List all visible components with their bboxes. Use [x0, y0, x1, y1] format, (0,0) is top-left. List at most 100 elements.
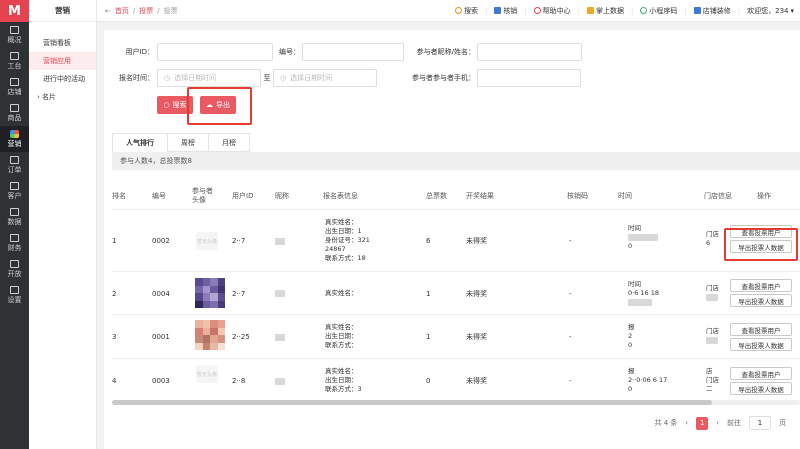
- breadcrumb-vote[interactable]: 投票: [139, 6, 153, 16]
- data-icon: [10, 207, 19, 216]
- nav-orders[interactable]: 订单: [0, 152, 29, 178]
- cell-form-info: 真实姓名：: [325, 289, 358, 297]
- store-icon: [10, 77, 19, 86]
- tab-popularity[interactable]: 人气排行: [112, 133, 168, 152]
- th-code: 核销码: [567, 192, 588, 200]
- goto-page-input[interactable]: 1: [749, 416, 771, 430]
- view-voters-button[interactable]: 查看投票用户: [730, 367, 792, 380]
- nav-goods[interactable]: 商品: [0, 100, 29, 126]
- collapse-icon[interactable]: ⇤: [105, 7, 111, 15]
- cell-number: 0001: [152, 333, 170, 341]
- cell-time: 时间 0: [628, 224, 658, 251]
- th-store: 门店信息: [704, 192, 732, 200]
- cell-user-id: 2··25: [232, 333, 250, 341]
- sub-nav-title: 营销: [29, 0, 96, 22]
- cell-nickname: [275, 210, 285, 272]
- sub-nav-group-card[interactable]: › 名片: [29, 88, 96, 106]
- cell-nickname: [275, 272, 285, 315]
- main-panel: 用户ID： 编号： 参与者昵称/姓名： 报名时间： ◷ 选择日期时间 至 ◷ 选…: [104, 30, 800, 449]
- open-icon: [10, 259, 19, 268]
- nav-overview[interactable]: 概况: [0, 22, 29, 48]
- row-actions: 查看投票用户 导出投票人数据: [730, 323, 800, 353]
- breadcrumb-current: 投票: [163, 6, 178, 15]
- header-help[interactable]: 帮助中心: [533, 6, 571, 16]
- th-user-id: 用户ID: [232, 192, 254, 200]
- sub-nav-dashboard[interactable]: 营销看板: [29, 34, 96, 52]
- header-decorate[interactable]: 店铺装修: [693, 6, 731, 16]
- export-voters-button[interactable]: 导出投票人数据: [730, 382, 792, 395]
- th-number: 编号: [152, 192, 166, 200]
- cell-rank: 4: [112, 377, 117, 385]
- cell-code: -: [569, 377, 572, 385]
- prev-page-button[interactable]: ‹: [685, 419, 688, 427]
- decorate-icon: [693, 7, 701, 14]
- nav-store[interactable]: 店铺: [0, 74, 29, 100]
- avatar: [195, 278, 225, 308]
- tab-weekly[interactable]: 周榜: [168, 133, 209, 152]
- cell-votes: 1: [426, 289, 431, 298]
- nav-finance[interactable]: 财务: [0, 230, 29, 256]
- th-votes: 总票数: [426, 192, 447, 200]
- user-id-input[interactable]: [157, 43, 273, 61]
- avatar: 暂无头像: [196, 365, 218, 383]
- nav-settings[interactable]: 设置: [0, 282, 29, 308]
- number-input[interactable]: [302, 43, 404, 61]
- export-voters-button[interactable]: 导出投票人数据: [730, 294, 792, 307]
- search-icon: ○: [163, 101, 170, 109]
- participant-input[interactable]: [477, 43, 582, 61]
- top-bar: ⇤ 首页 / 投票 / 投票 搜索 | 核销 | 帮助中心 | 掌上数据 | 小…: [97, 0, 800, 22]
- goods-icon: [10, 103, 19, 112]
- cell-form-info: 真实姓名： 出生日期： 联系方式：3: [325, 367, 362, 393]
- row-actions: 查看投票用户 导出投票人数据: [730, 279, 800, 309]
- view-voters-button[interactable]: 查看投票用户: [730, 279, 792, 292]
- page-1-button[interactable]: 1: [696, 416, 709, 430]
- avatar: [195, 320, 225, 350]
- table-header: 排名 编号 参与者头像 用户ID 昵称 报名表信息 总票数 开奖结果 核销码 时…: [112, 182, 800, 210]
- header-search[interactable]: 搜索: [454, 6, 478, 16]
- goto-label: 前往: [727, 419, 741, 427]
- start-time-input[interactable]: ◷ 选择日期时间: [157, 69, 261, 87]
- sub-nav-ongoing[interactable]: 进行中的活动: [29, 70, 96, 88]
- nav-data[interactable]: 数据: [0, 204, 29, 230]
- phone-input[interactable]: [477, 69, 581, 87]
- table-scrollbar[interactable]: [112, 400, 800, 405]
- header-palm-data[interactable]: 掌上数据: [587, 6, 624, 16]
- header-verify[interactable]: 核销: [494, 6, 517, 16]
- finance-icon: [10, 233, 19, 242]
- cell-form-info: 真实姓名： 出生日期： 联系方式：: [325, 323, 358, 349]
- orders-icon: [10, 155, 19, 164]
- cell-code: -: [569, 289, 572, 298]
- nav-open[interactable]: 开放: [0, 256, 29, 282]
- nav-workbench[interactable]: 工台: [0, 48, 29, 74]
- brand-logo[interactable]: M: [0, 0, 29, 22]
- workbench-icon: [10, 51, 19, 60]
- cell-votes: 0: [426, 377, 431, 385]
- cell-user-id: 2··7: [232, 289, 246, 298]
- nav-customers[interactable]: 客户: [0, 178, 29, 204]
- cell-number: 0003: [152, 377, 170, 385]
- user-menu[interactable]: 欢迎您，234 ▾: [747, 6, 794, 16]
- breadcrumb-home[interactable]: 首页: [115, 6, 129, 16]
- export-voters-button[interactable]: 导出投票人数据: [730, 338, 792, 351]
- table-row: 2 0004 2··7 真实姓名： 1 未得奖 - 时间 0·6 16 18 门…: [112, 272, 800, 315]
- cell-time: 时间 0·6 16 18: [628, 280, 659, 307]
- cell-number: 0004: [152, 289, 170, 298]
- cell-code: -: [569, 237, 572, 245]
- tab-monthly[interactable]: 月榜: [209, 133, 250, 152]
- nav-marketing[interactable]: 营销: [0, 126, 29, 152]
- view-voters-button[interactable]: 查看投票用户: [730, 323, 792, 336]
- user-id-label: 用户ID：: [125, 48, 154, 56]
- customers-icon: [10, 181, 19, 190]
- cell-store: 店 门店 二: [706, 367, 719, 393]
- cell-rank: 3: [112, 333, 117, 341]
- sub-nav-apps[interactable]: 营销应用: [29, 52, 96, 70]
- end-time-input[interactable]: ◷ 选择日期时间: [273, 69, 377, 87]
- cell-form-info: 真实姓名： 出生日期：1 身份证号：321 24867 联系方式：18: [325, 218, 370, 262]
- cell-result: 未得奖: [466, 289, 487, 298]
- next-page-button[interactable]: ›: [716, 419, 719, 427]
- th-avatar: 参与者头像: [192, 187, 213, 204]
- cell-votes: 6: [426, 237, 431, 245]
- header-mini-code[interactable]: 小程序码: [640, 6, 677, 16]
- cell-result: 未得奖: [466, 333, 487, 341]
- scrollbar-thumb[interactable]: [112, 400, 712, 405]
